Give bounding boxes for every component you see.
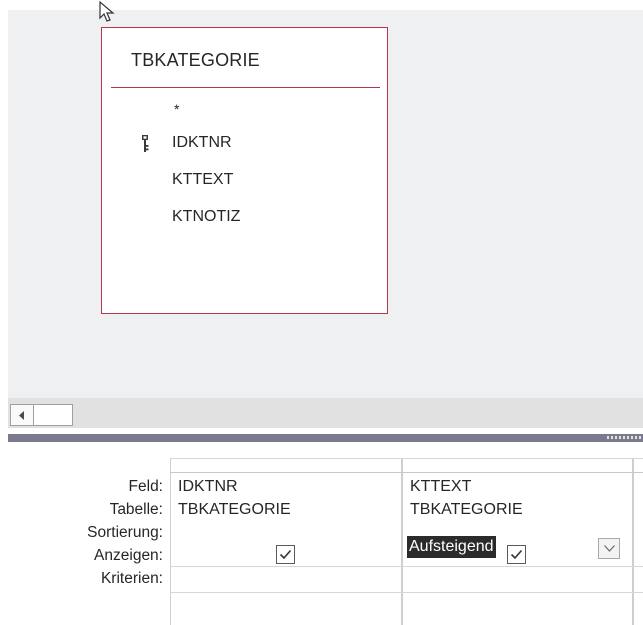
grid-column-divider [632,458,634,625]
chevron-down-icon [604,545,615,552]
grid-cell-table[interactable]: TBKATEGORIE [410,499,523,521]
scroll-left-button[interactable] [10,404,34,426]
table-window-divider [111,87,380,88]
splitter-grip[interactable] [607,436,641,439]
field-label: KTTEXT [172,171,234,188]
pointer-cursor-icon [99,0,115,22]
show-checkbox-col1[interactable] [276,545,295,564]
field-item-all[interactable]: * [172,94,240,124]
grid-row-line [170,592,643,593]
row-label-show: Anzeigen: [94,547,163,564]
pane-splitter[interactable] [8,434,643,442]
row-label-sort: Sortierung: [87,524,163,541]
field-label: KTNOTIZ [172,208,241,225]
horizontal-scrollbar[interactable] [8,398,643,428]
field-item-idktnr[interactable]: IDKTNR [142,124,240,161]
field-item-ktnotiz[interactable]: KTNOTIZ [172,198,240,235]
sort-dropdown-button[interactable] [598,538,620,559]
grid-cell-table[interactable]: TBKATEGORIE [178,499,291,521]
row-label-field: Feld: [128,478,163,495]
grid-cell-field[interactable]: KTTEXT [410,476,471,498]
show-checkbox-col2[interactable] [507,545,526,564]
grid-header-line [170,472,643,473]
field-label: * [174,101,180,117]
grid-cell-field[interactable]: IDKTNR [178,476,238,498]
grid-cell-sort-selected[interactable]: Aufsteigend [407,536,496,558]
grid-row-line [170,566,643,567]
checkmark-icon [510,549,523,560]
scroll-thumb[interactable] [34,404,73,426]
checkmark-icon [279,549,292,560]
table-window-title: TBKATEGORIE [131,50,260,70]
scroll-left-arrow-icon [19,411,24,420]
table-field-list: * IDKTNR KTTEXT KTNOTIZ [142,94,240,235]
field-item-kttext[interactable]: KTTEXT [172,161,240,198]
grid-header-line [170,458,643,459]
grid-column-divider [170,458,171,625]
grid-row-labels: Feld: Tabelle: Sortierung: Anzeigen: Kri… [0,475,163,590]
grid-column-divider [401,458,403,625]
table-window-tbkategorie[interactable]: TBKATEGORIE * IDKTNR KTTEXT KTNOTIZ [101,27,388,314]
field-label: IDKTNR [172,134,232,151]
row-label-table: Tabelle: [109,501,163,518]
primary-key-icon [142,135,149,152]
row-label-criteria: Kriterien: [100,570,163,587]
